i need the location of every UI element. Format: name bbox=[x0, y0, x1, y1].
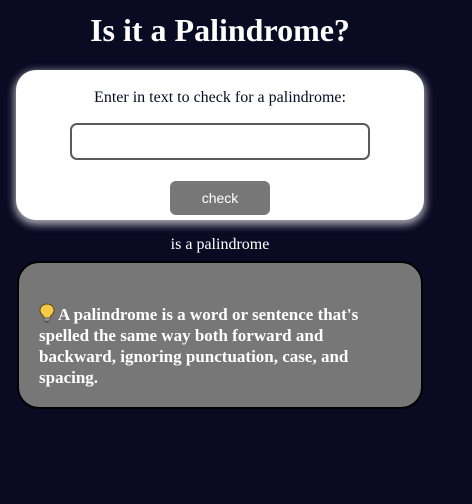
palindrome-info-box: A palindrome is a word or sentence that'… bbox=[17, 261, 423, 409]
palindrome-info-text: A palindrome is a word or sentence that'… bbox=[39, 305, 359, 387]
result-text: is a palindrome bbox=[170, 236, 270, 253]
text-input-label: Enter in text to check for a palindrome: bbox=[94, 89, 346, 106]
palindrome-form-card: Enter in text to check for a palindrome:… bbox=[16, 70, 424, 220]
lightbulb-icon bbox=[39, 303, 55, 323]
check-button[interactable]: check bbox=[170, 181, 270, 215]
page-title: Is it a Palindrome? bbox=[90, 12, 350, 48]
text-input[interactable] bbox=[70, 123, 370, 160]
